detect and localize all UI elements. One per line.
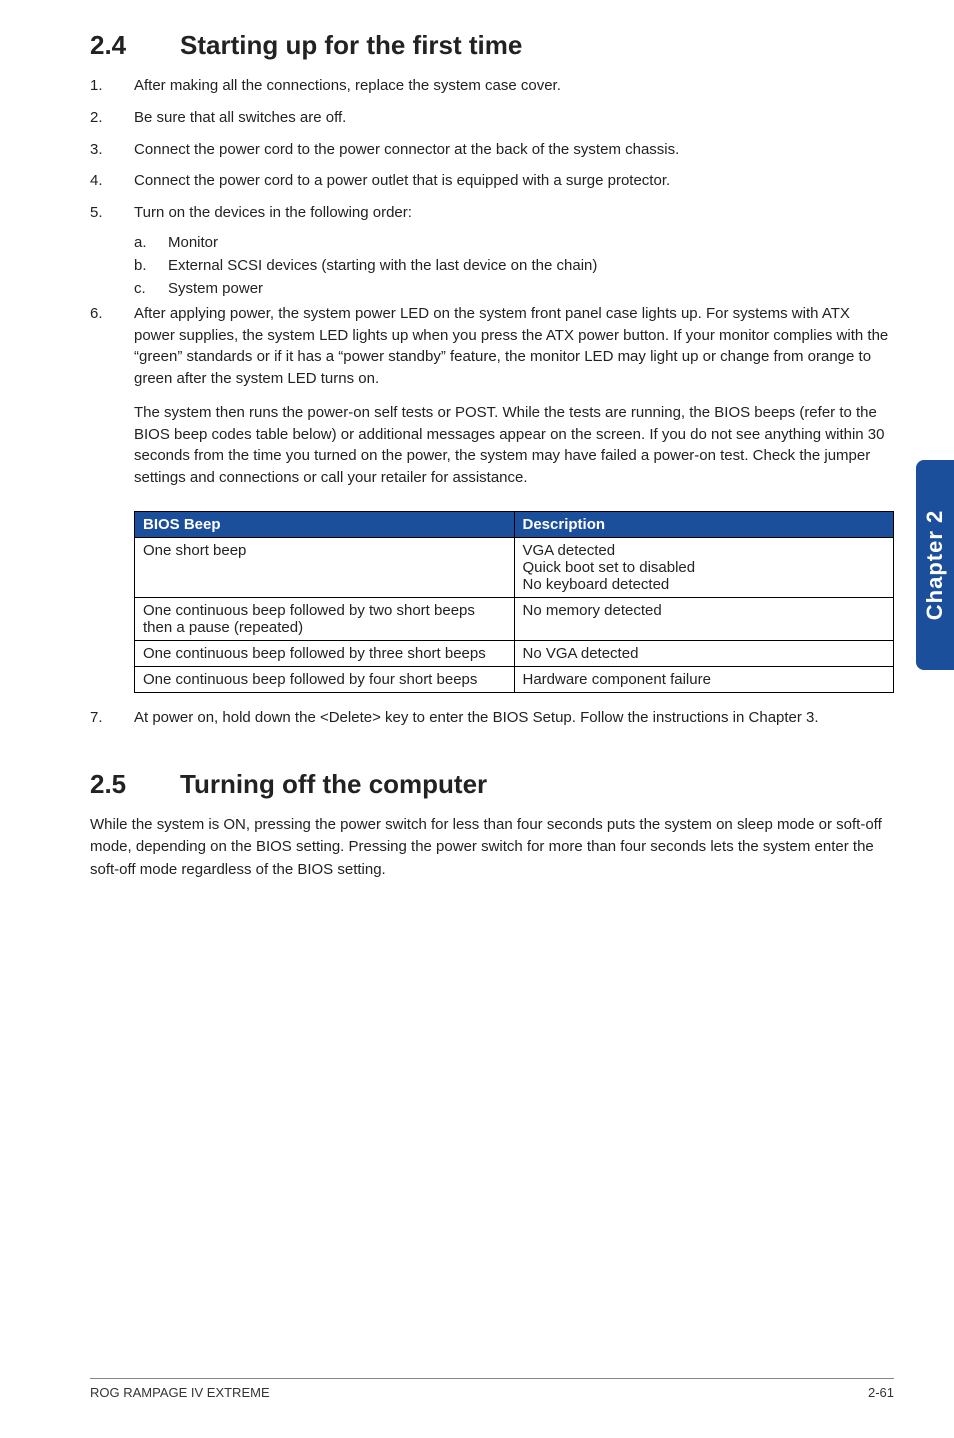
table-row: One continuous beep followed by four sho… <box>135 666 894 692</box>
list-number: 1. <box>90 75 134 97</box>
heading-number: 2.5 <box>90 769 180 800</box>
sublist-letter: a. <box>134 234 168 251</box>
sublist-item: b. External SCSI devices (starting with … <box>134 257 894 274</box>
list-number: 2. <box>90 107 134 129</box>
list-item: 1. After making all the connections, rep… <box>90 75 894 97</box>
heading-2-5: 2.5 Turning off the computer <box>90 769 894 800</box>
bios-beep-table: BIOS Beep Description One short beep VGA… <box>134 511 894 693</box>
sublist-text: External SCSI devices (starting with the… <box>168 257 597 274</box>
table-row: One continuous beep followed by three sh… <box>135 640 894 666</box>
ordered-list-main: 1. After making all the connections, rep… <box>90 75 894 501</box>
list-number: 6. <box>90 303 134 501</box>
table-row: One short beep VGA detected Quick boot s… <box>135 537 894 597</box>
paragraph: The system then runs the power-on self t… <box>134 402 894 489</box>
heading-number: 2.4 <box>90 30 180 61</box>
sublist-item: a. Monitor <box>134 234 894 251</box>
sublist-text: Monitor <box>168 234 218 251</box>
sublist-letter: c. <box>134 280 168 297</box>
list-item-7: 7. At power on, hold down the <Delete> k… <box>90 707 894 729</box>
table-cell-desc: No memory detected <box>514 597 894 640</box>
heading-2-4: 2.4 Starting up for the first time <box>90 30 894 61</box>
sublist-5: a. Monitor b. External SCSI devices (sta… <box>134 234 894 297</box>
heading-title: Starting up for the first time <box>180 30 522 61</box>
page-footer: ROG RAMPAGE IV EXTREME 2-61 <box>90 1378 894 1400</box>
list-item: 4. Connect the power cord to a power out… <box>90 170 894 192</box>
chapter-side-tab-label: Chapter 2 <box>922 510 948 620</box>
table-cell-desc: No VGA detected <box>514 640 894 666</box>
list-number: 5. <box>90 202 134 224</box>
document-page: Chapter 2 2.4 Starting up for the first … <box>0 0 954 1438</box>
footer-right: 2-61 <box>868 1385 894 1400</box>
sublist-item: c. System power <box>134 280 894 297</box>
table-cell-beep: One short beep <box>135 537 515 597</box>
list-text: At power on, hold down the <Delete> key … <box>134 707 894 729</box>
heading-title: Turning off the computer <box>180 769 487 800</box>
body-paragraph: While the system is ON, pressing the pow… <box>90 814 894 882</box>
list-item: 3. Connect the power cord to the power c… <box>90 139 894 161</box>
footer-left: ROG RAMPAGE IV EXTREME <box>90 1385 270 1400</box>
table-header-description: Description <box>514 511 894 537</box>
section-2-5: 2.5 Turning off the computer While the s… <box>90 769 894 882</box>
list-text: Connect the power cord to a power outlet… <box>134 170 894 192</box>
table-cell-beep: One continuous beep followed by two shor… <box>135 597 515 640</box>
list-text-block: After applying power, the system power L… <box>134 303 894 501</box>
list-number: 3. <box>90 139 134 161</box>
sublist-letter: b. <box>134 257 168 274</box>
list-item: 5. Turn on the devices in the following … <box>90 202 894 224</box>
table-row: One continuous beep followed by two shor… <box>135 597 894 640</box>
sublist-text: System power <box>168 280 263 297</box>
list-number: 4. <box>90 170 134 192</box>
list-text: After making all the connections, replac… <box>134 75 894 97</box>
table-cell-desc: VGA detected Quick boot set to disabled … <box>514 537 894 597</box>
list-text: Be sure that all switches are off. <box>134 107 894 129</box>
table-header-beep: BIOS Beep <box>135 511 515 537</box>
list-text: Connect the power cord to the power conn… <box>134 139 894 161</box>
list-item-6: 6. After applying power, the system powe… <box>90 303 894 501</box>
table-cell-beep: One continuous beep followed by three sh… <box>135 640 515 666</box>
table-cell-beep: One continuous beep followed by four sho… <box>135 666 515 692</box>
list-number: 7. <box>90 707 134 729</box>
list-item: 2. Be sure that all switches are off. <box>90 107 894 129</box>
chapter-side-tab: Chapter 2 <box>916 460 954 670</box>
list-text: Turn on the devices in the following ord… <box>134 202 894 224</box>
paragraph: After applying power, the system power L… <box>134 303 894 390</box>
table-cell-desc: Hardware component failure <box>514 666 894 692</box>
